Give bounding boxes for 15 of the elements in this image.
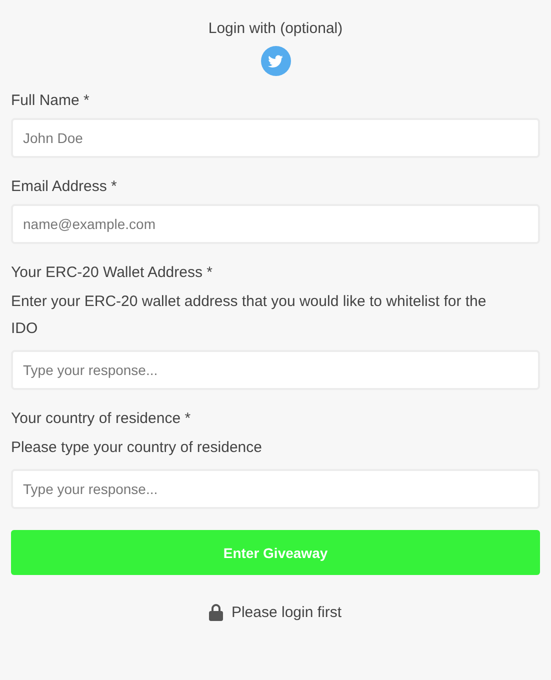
- field-label: Your ERC-20 Wallet Address *: [11, 264, 214, 281]
- field-label: Email Address *: [11, 178, 118, 195]
- enter-giveaway-button[interactable]: Enter Giveaway: [11, 530, 540, 575]
- field-description: Please type your country of residence: [11, 438, 263, 458]
- field-label: Full Name *: [11, 92, 90, 109]
- input-field[interactable]: Type your response...: [11, 350, 540, 390]
- input-field[interactable]: Type your response...: [11, 469, 540, 509]
- login-heading: Login with (optional): [208, 20, 343, 37]
- login-notice: Please login first: [231, 604, 342, 621]
- bird-icon[interactable]: [260, 46, 290, 76]
- lock-icon: [209, 604, 224, 621]
- input-field[interactable]: name@example.com: [11, 204, 540, 244]
- field-description: Enter your ERC-20 wallet address that you would like to whitelist for the IDO: [11, 292, 488, 339]
- input-field[interactable]: John Doe: [11, 118, 540, 158]
- field-label: Your country of residence *: [11, 410, 192, 427]
